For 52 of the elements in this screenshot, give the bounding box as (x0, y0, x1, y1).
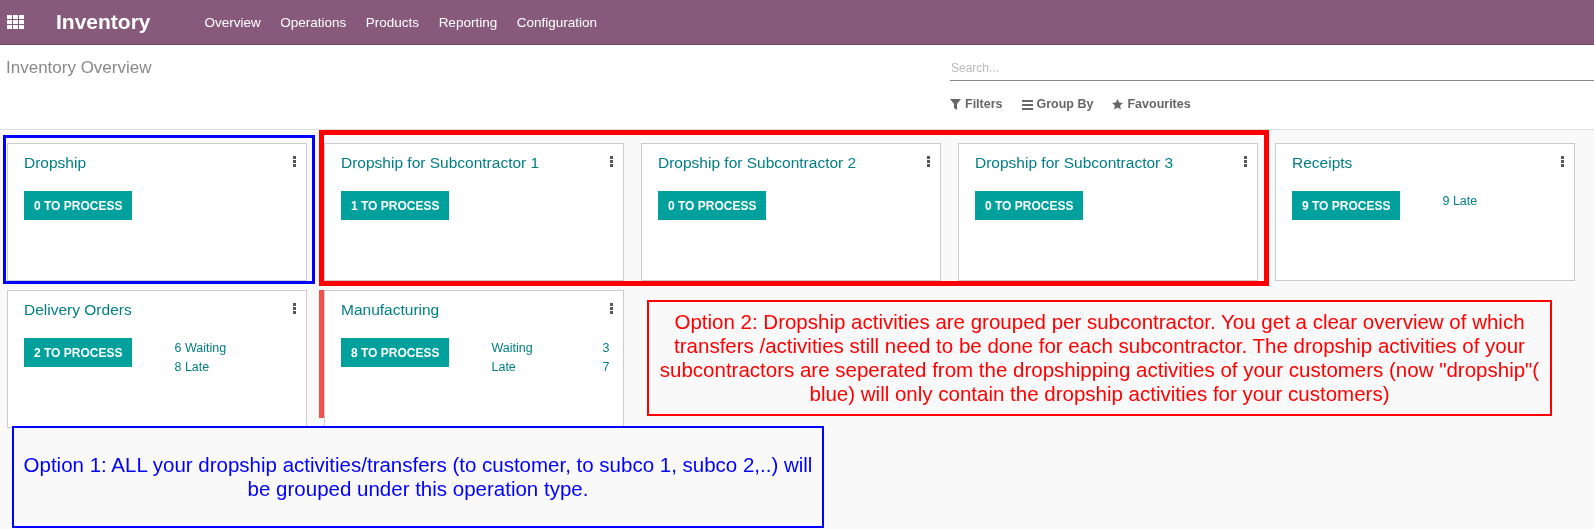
process-button[interactable]: 0 TO PROCESS (24, 191, 133, 220)
status-link[interactable]: Late (491, 358, 516, 377)
process-button[interactable]: 1 TO PROCESS (341, 191, 450, 220)
menu-item[interactable]: Operations (280, 14, 347, 30)
annotation-text: Option 1: ALL your dropship activities/transfers (to customer, to subco 1, subco 2,..) will be grouped under this operation type. (22, 453, 814, 501)
kebab-menu-button[interactable] (1244, 156, 1247, 167)
card-title[interactable]: Delivery Orders (24, 301, 132, 319)
grid-icon (7, 15, 24, 29)
toolbar-button[interactable]: Filters (950, 97, 1003, 111)
status-count[interactable]: 3 (602, 339, 610, 358)
vertical-dots-icon (1244, 156, 1247, 167)
filter-icon (950, 98, 961, 110)
card-title[interactable]: Dropship for Subcontractor 2 (658, 154, 857, 172)
apps-menu-button[interactable] (7, 15, 24, 29)
vertical-dots-icon (927, 156, 930, 167)
menu-item[interactable]: Products (365, 14, 420, 30)
page-title: Inventory Overview (5, 57, 153, 79)
star-icon (1112, 98, 1124, 110)
app-title: Inventory (56, 10, 151, 34)
process-button[interactable]: 0 TO PROCESS (658, 191, 767, 220)
vertical-dots-icon (1561, 156, 1564, 167)
process-button[interactable]: 9 TO PROCESS (1292, 191, 1401, 220)
kebab-menu-button[interactable] (927, 156, 930, 167)
annotation-text: Option 2: Dropship activities are grouped per subcontractor. You get a clear overview of which transfers /activities still need to be done for each subcontractor. The dropship activities of your subcontractors are seperated from the dropshipping activities of your customers (now "dropship"( blue) will only contain the dropship activities for your customers) (658, 310, 1541, 406)
card-title[interactable]: Receipts (1292, 154, 1353, 172)
status-link[interactable]: 8 Late (174, 358, 210, 377)
menu-item[interactable]: Configuration (516, 14, 597, 30)
vertical-dots-icon (293, 303, 296, 314)
process-button[interactable]: 2 TO PROCESS (24, 338, 133, 367)
menu-item[interactable]: Overview (204, 14, 261, 30)
list-icon (1021, 98, 1033, 110)
status-link[interactable]: 6 Waiting (174, 339, 227, 358)
vertical-dots-icon (293, 156, 296, 167)
kebab-menu-button[interactable] (610, 303, 613, 314)
kebab-menu-button[interactable] (610, 156, 613, 167)
vertical-dots-icon (610, 156, 613, 167)
status-link[interactable]: Waiting (491, 339, 533, 358)
kebab-menu-button[interactable] (293, 156, 296, 167)
card-title[interactable]: Dropship (24, 154, 87, 172)
process-button[interactable]: 0 TO PROCESS (975, 191, 1084, 220)
card-title[interactable]: Manufacturing (341, 301, 440, 319)
vertical-dots-icon (610, 303, 613, 314)
kebab-menu-button[interactable] (293, 303, 296, 314)
status-link[interactable]: 9 Late (1442, 192, 1478, 211)
menu-item[interactable]: Reporting (438, 14, 498, 30)
process-button[interactable]: 8 TO PROCESS (341, 338, 450, 367)
kebab-menu-button[interactable] (1561, 156, 1564, 167)
toolbar-button[interactable]: Group By (1021, 97, 1094, 111)
toolbar-button[interactable]: Favourites (1112, 97, 1191, 111)
status-count[interactable]: 7 (602, 358, 610, 377)
card-title[interactable]: Dropship for Subcontractor 3 (975, 154, 1174, 172)
card-title[interactable]: Dropship for Subcontractor 1 (341, 154, 540, 172)
